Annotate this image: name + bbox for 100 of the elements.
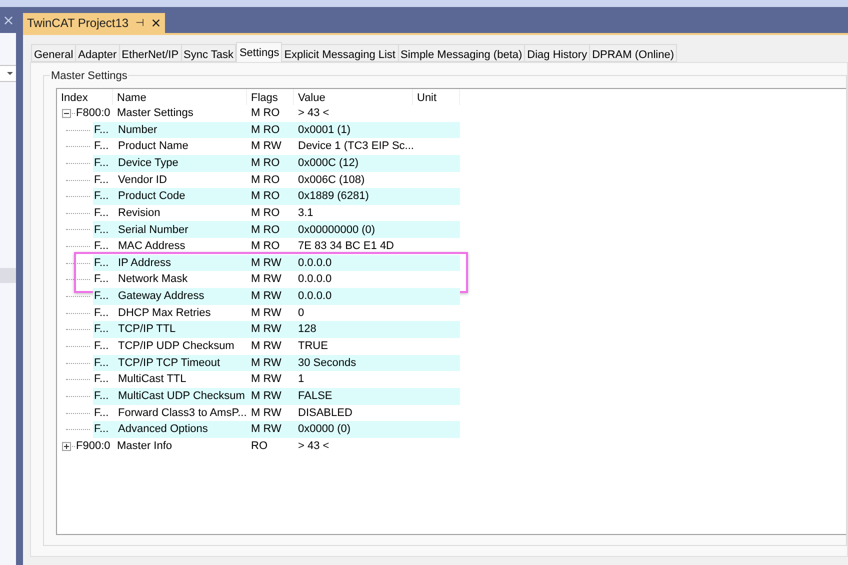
index-cell-text: F...	[93, 406, 110, 421]
tab[interactable]: Diag History	[524, 44, 590, 62]
table-row[interactable]: F... Number M RO 0x0001 (1)	[57, 122, 846, 138]
document-tab[interactable]: TwinCAT Project13 ⊣	[23, 13, 165, 33]
flags-cell-text: M RW	[250, 272, 282, 288]
table-row[interactable]: F... Serial Number M RO 0x00000000 (0)	[57, 221, 846, 238]
table-row[interactable]: F... MultiCast UDP Checksum M RW FALSE	[57, 388, 846, 405]
value-cell-text: 7E 83 34 BC E1 4D	[297, 239, 396, 254]
group-title: Master Settings	[50, 68, 128, 84]
name-cell-text: Vendor ID	[117, 172, 168, 188]
name-cell-text: Forward Class3 to AmsP...	[117, 406, 247, 421]
flags-cell-text: M RW	[250, 388, 282, 404]
name-cell-text: MultiCast UDP Checksum	[117, 388, 246, 404]
tab[interactable]: Settings	[236, 42, 282, 62]
table-row[interactable]: F... IP Address M RW 0.0.0.0	[57, 254, 846, 272]
tab[interactable]: Sync Task	[180, 44, 236, 62]
flags-cell-text: M RW	[250, 406, 282, 421]
name-cell-text: TCP/IP TTL	[117, 322, 177, 338]
caret-icon	[7, 72, 13, 76]
table-row[interactable]: F... Vendor ID M RO 0x006C (108)	[57, 172, 846, 188]
flags-cell-text: M RO	[250, 172, 281, 188]
column-header[interactable]: Name	[113, 89, 247, 105]
name-cell-text: MultiCast TTL	[117, 372, 188, 388]
table-row[interactable]: F... TCP/IP TCP Timeout M RW 30 Seconds	[57, 354, 846, 372]
value-cell-text: > 43 <	[297, 106, 330, 122]
index-cell-text: F...	[93, 272, 110, 288]
index-cell-text: F...	[93, 206, 110, 221]
table-row[interactable]: F... MAC Address M RO 7E 83 34 BC E1 4D	[57, 238, 846, 255]
flags-cell-text: M RO	[250, 106, 281, 122]
name-cell-text: IP Address	[117, 256, 172, 271]
name-cell-text: DHCP Max Retries	[117, 306, 212, 321]
tab[interactable]: Adapter	[75, 44, 120, 62]
name-cell-text: Master Settings	[116, 106, 194, 122]
flags-cell-text: M RW	[250, 372, 282, 388]
name-cell-text: TCP/IP TCP Timeout	[117, 356, 222, 371]
value-cell-text: 0.0.0.0	[297, 256, 333, 271]
table-row[interactable]: F... Revision M RO 3.1	[57, 204, 846, 222]
value-cell-text: 0x00000000 (0)	[297, 222, 376, 238]
expand-icon[interactable]	[62, 442, 71, 451]
tab[interactable]: EtherNet/IP	[118, 44, 182, 62]
index-cell-text: F...	[93, 256, 110, 271]
tab[interactable]: DPRAM (Online)	[589, 44, 677, 62]
flags-cell-text: M RO	[250, 189, 281, 204]
collapse-icon[interactable]	[62, 108, 71, 118]
column-header[interactable]: Unit	[413, 89, 460, 105]
name-cell-text: MAC Address	[117, 239, 186, 254]
value-cell-text: 3.1	[297, 206, 314, 221]
flags-cell-text: M RO	[250, 156, 281, 171]
index-cell-text: F...	[93, 139, 110, 154]
table-row[interactable]: F... Product Code M RO 0x1889 (6281)	[57, 188, 846, 205]
tab[interactable]: Explicit Messaging List	[281, 44, 398, 62]
name-cell-text: Device Type	[117, 156, 180, 171]
value-cell-text: 128	[297, 322, 318, 338]
table-row[interactable]: F... Gateway Address M RW 0.0.0.0	[57, 288, 846, 305]
tab[interactable]: Simple Messaging (beta)	[398, 44, 526, 62]
value-cell-text: 0x0001 (1)	[297, 122, 352, 138]
index-cell-text: F...	[93, 356, 110, 371]
flags-cell-text: M RO	[250, 239, 281, 254]
index-cell-text: F...	[93, 222, 110, 238]
table-row[interactable]: F... Network Mask M RW 0.0.0.0	[57, 271, 846, 288]
value-cell-text: 0x006C (108)	[297, 172, 366, 188]
dropdown[interactable]	[0, 65, 16, 82]
value-cell-text: 1	[297, 372, 306, 388]
column-header[interactable]: Flags	[247, 89, 294, 105]
column-header[interactable]: Index	[57, 89, 113, 105]
table-row[interactable]: F... DHCP Max Retries M RW 0	[57, 304, 846, 322]
value-cell-text: 0x0000 (0)	[297, 422, 352, 438]
flags-cell-text: M RW	[250, 139, 282, 154]
index-cell-text: F...	[93, 388, 110, 404]
close-icon[interactable]	[152, 19, 160, 27]
index-cell-text: F...	[93, 239, 110, 254]
table-row[interactable]: F... TCP/IP TTL M RW 128	[57, 321, 846, 338]
index-cell-text: F...	[93, 306, 110, 321]
value-cell-text: 0x000C (12)	[297, 156, 360, 171]
flags-cell-text: M RW	[250, 422, 282, 438]
value-cell-text: > 43 <	[297, 438, 330, 454]
column-header[interactable]: Value	[294, 89, 413, 105]
index-cell-text: F...	[93, 289, 110, 304]
flags-cell-text: M RW	[250, 289, 282, 304]
pin-icon[interactable]: ⊣	[136, 16, 145, 30]
table-row[interactable]: F... TCP/IP UDP Checksum M RW TRUE	[57, 338, 846, 355]
index-cell-text: F...	[93, 122, 110, 138]
table-row[interactable]: F... Product Name M RW Device 1 (TC3 EIP Sc...	[57, 138, 846, 155]
name-cell-text: Serial Number	[117, 222, 190, 238]
flags-cell-text: M RO	[250, 206, 281, 221]
flags-cell-text: RO	[250, 438, 268, 454]
value-cell-text: FALSE	[297, 388, 334, 404]
table-row[interactable]: F... MultiCast TTL M RW 1	[57, 371, 846, 388]
table-row[interactable]: F... Advanced Options M RW 0x0000 (0)	[57, 421, 846, 438]
table-row[interactable]: F... Device Type M RO 0x000C (12)	[57, 154, 846, 172]
value-cell-text: 0x1889 (6281)	[297, 189, 370, 204]
table-row[interactable]: F... Forward Class3 to AmsP... M RW DISABLED	[57, 404, 846, 422]
index-cell-text: F...	[93, 339, 110, 354]
index-cell-text: F...	[93, 156, 110, 171]
name-cell-text: Gateway Address	[117, 289, 206, 304]
value-cell-text: TRUE	[297, 339, 329, 354]
tab[interactable]: General	[31, 44, 76, 62]
index-cell-text: F...	[93, 422, 110, 438]
flags-cell-text: M RO	[250, 222, 281, 238]
flags-cell-text: M RW	[250, 306, 282, 321]
